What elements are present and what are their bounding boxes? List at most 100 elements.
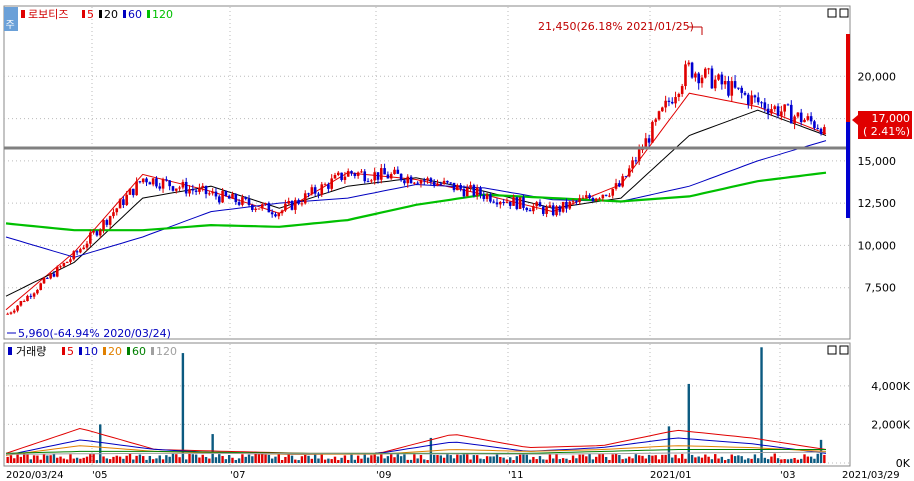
candle-body	[733, 81, 737, 88]
candle-body	[330, 178, 333, 189]
volume-bar	[22, 453, 26, 463]
volume-bar	[42, 454, 46, 463]
volume-bar	[816, 453, 819, 463]
volume-bar	[297, 460, 300, 463]
candle-body	[704, 68, 707, 78]
candle-body	[251, 204, 254, 210]
candle-body	[575, 201, 578, 203]
candle-body	[776, 106, 780, 116]
candle-body	[247, 198, 251, 205]
volume-bar	[56, 457, 59, 463]
candle-body	[770, 109, 773, 114]
volume-bar	[221, 456, 224, 463]
candle-body	[674, 97, 677, 104]
candle-body	[518, 197, 522, 209]
volume-bar	[449, 455, 452, 463]
volume-bar	[757, 458, 760, 463]
volume-bar	[697, 456, 700, 463]
candle-body	[102, 220, 105, 230]
legend-swatch	[79, 347, 82, 355]
volume-bar	[588, 453, 591, 463]
volume-bar	[472, 455, 476, 463]
candle-body	[766, 108, 770, 114]
volume-bar	[36, 455, 39, 463]
candle-body	[601, 194, 605, 199]
candle-body	[161, 179, 165, 189]
candle-body	[637, 149, 641, 162]
volume-bar	[608, 459, 611, 463]
volume-bar	[714, 454, 717, 463]
volume-bar	[320, 453, 323, 463]
volume-bar	[201, 454, 204, 463]
x-tick-label: '11	[508, 470, 523, 481]
volume-bar	[595, 456, 598, 463]
candle-body	[211, 191, 214, 194]
candle-body	[432, 181, 436, 186]
candle-body	[793, 116, 796, 124]
volume-bar	[373, 453, 376, 463]
candle-body	[49, 273, 52, 279]
volume-tick-label: 4,000K	[871, 380, 910, 393]
volume-close-icon[interactable]	[839, 345, 849, 355]
volume-bar	[13, 458, 16, 463]
volume-bar	[475, 455, 479, 463]
volume-bar	[128, 453, 132, 463]
candle-body	[809, 116, 813, 122]
candle-body	[541, 206, 545, 214]
volume-bar	[251, 456, 254, 463]
volume-bar	[538, 456, 542, 463]
volume-bar	[578, 454, 581, 463]
volume-bar	[19, 456, 23, 463]
volume-bar	[694, 457, 697, 463]
candle-body	[89, 232, 92, 244]
price-tick-label: 7,500	[865, 282, 897, 295]
volume-maximize-icon[interactable]	[827, 345, 837, 355]
candle-body	[750, 95, 753, 105]
volume-bar	[737, 455, 740, 463]
volume-bar	[591, 459, 595, 463]
candle-body	[52, 273, 56, 277]
candle-body	[181, 181, 185, 188]
candle-body	[743, 92, 747, 95]
candle-body	[360, 171, 363, 173]
candle-body	[323, 184, 327, 186]
price-close-icon[interactable]	[839, 8, 849, 18]
volume-bar	[800, 458, 803, 463]
candle-body	[69, 259, 72, 262]
volume-bar	[406, 459, 409, 463]
candle-body	[122, 199, 125, 206]
candle-body	[684, 64, 687, 87]
candle-body	[148, 182, 152, 185]
candle-body	[65, 261, 69, 263]
candle-body	[459, 184, 462, 189]
volume-bar	[363, 453, 366, 463]
candle-body	[353, 173, 357, 176]
volume-bar	[227, 455, 231, 463]
candle-body	[465, 187, 469, 197]
candle-body	[231, 193, 234, 199]
high-annotation: 21,450(26.18% 2021/01/25)	[538, 20, 694, 33]
candle-body	[92, 231, 95, 233]
candle-body	[624, 176, 628, 178]
candle-body	[522, 197, 525, 208]
candle-body	[280, 210, 284, 214]
candle-body	[479, 187, 482, 195]
volume-bar	[46, 455, 49, 463]
candle-body	[307, 193, 310, 195]
volume-bar	[628, 456, 631, 463]
price-maximize-icon[interactable]	[827, 8, 837, 18]
candle-body	[532, 206, 535, 212]
candle-body	[22, 301, 26, 303]
volume-bar	[376, 456, 380, 463]
candle-body	[178, 187, 181, 189]
candle-body	[819, 128, 823, 135]
volume-bar	[343, 455, 347, 463]
candle-body	[697, 73, 701, 84]
volume-bar	[790, 458, 793, 463]
volume-bar	[337, 460, 340, 463]
volume-bar	[581, 454, 585, 463]
candle-body	[621, 176, 624, 187]
volume-bar	[347, 459, 350, 463]
volume-bar	[611, 454, 614, 463]
candle-body	[214, 191, 218, 197]
